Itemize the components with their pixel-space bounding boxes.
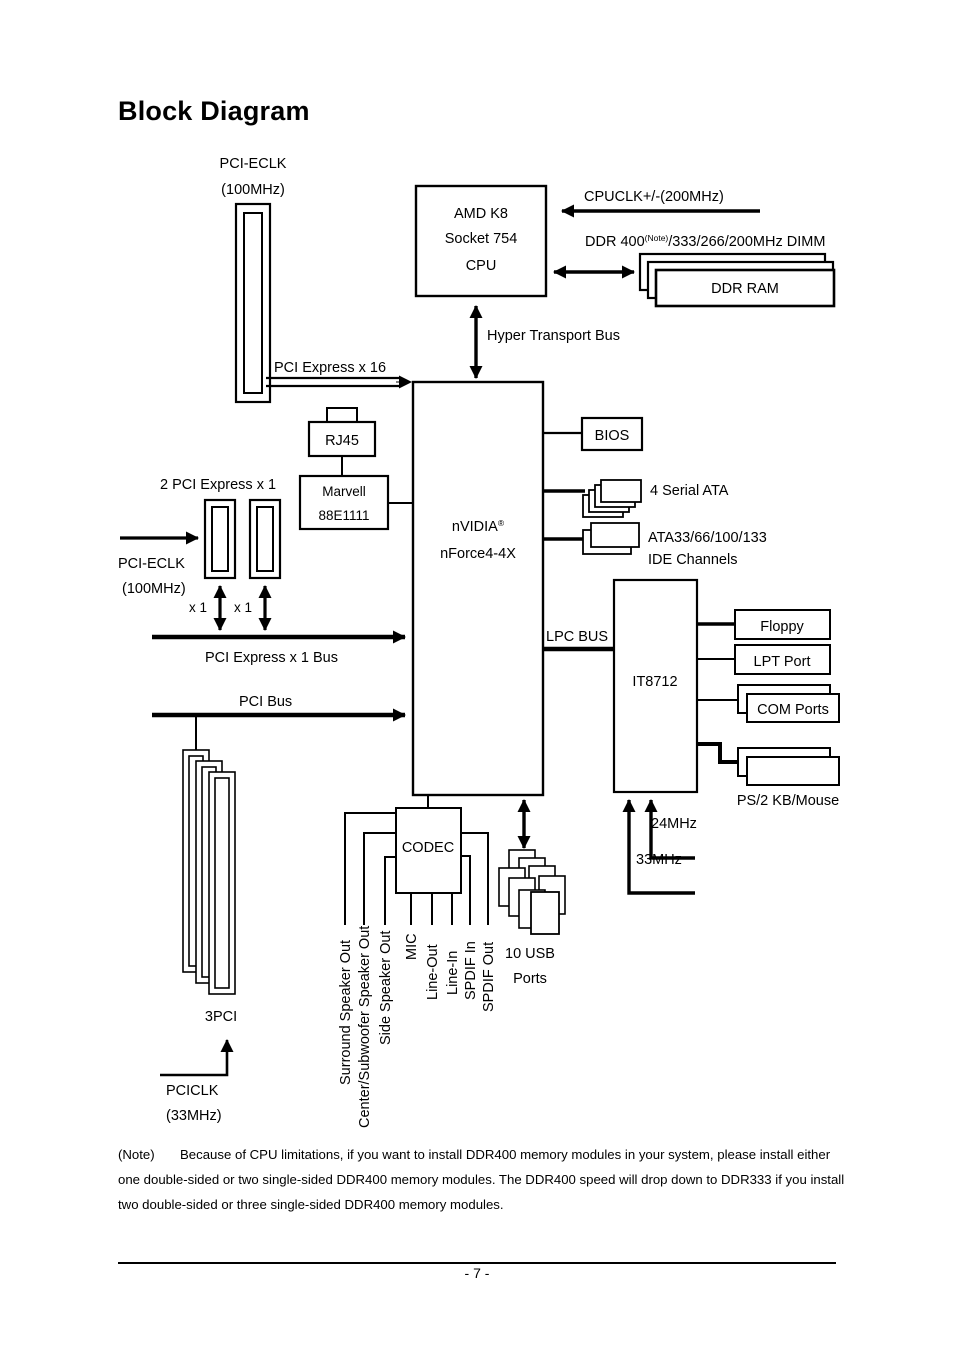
- ddr-ram-stack: DDR RAM: [638, 252, 836, 308]
- pci-eclk-left-connector: PCI-ECLK (100MHz): [118, 531, 199, 597]
- rj45-block: RJ45: [307, 407, 377, 458]
- lpc-bus: LPC BUS: [543, 629, 614, 652]
- ide-line2: IDE Channels: [648, 552, 737, 568]
- rj45-label: RJ45: [325, 433, 359, 449]
- cpu-line2: Socket 754: [445, 231, 518, 247]
- chipset-block: nVIDIA® nForce4-4X: [411, 380, 545, 797]
- chipset-line1: nVIDIA®: [452, 518, 505, 535]
- three-pci-label: 3PCI: [205, 1009, 237, 1025]
- svg-text:PCI-ECLK: PCI-ECLK: [220, 156, 287, 172]
- ddr-label-pre: DDR 400: [585, 234, 645, 250]
- cpu-line1: AMD K8: [454, 206, 508, 222]
- x1-label-a: x 1: [189, 600, 207, 615]
- cpu-block: AMD K8 Socket 754 CPU: [414, 184, 548, 298]
- bios-block: BIOS: [543, 416, 644, 452]
- ddr-label-note: (Note): [645, 233, 669, 243]
- codec-label: CODEC: [402, 840, 454, 856]
- svg-text:PCI-ECLK: PCI-ECLK: [118, 556, 185, 572]
- serial-ata-label: 4 Serial ATA: [650, 483, 729, 499]
- ddr-dimm-label: DDR 400(Note)/333/266/200MHz DIMM: [585, 233, 825, 250]
- audio-label-4: Line-Out: [425, 944, 441, 1000]
- clk-33-label: 33MHz: [636, 852, 682, 868]
- lpt-label: LPT Port: [754, 654, 811, 670]
- pciclk-connector: PCICLK (33MHz): [160, 1039, 234, 1124]
- block-diagram-page: Block Diagram AMD K8 Socket 754 CPU CPUC…: [0, 0, 954, 1352]
- cpuclk-label: CPUCLK+/-(200MHz): [584, 189, 724, 205]
- x1-label-b: x 1: [234, 600, 252, 615]
- ps2-label: PS/2 KB/Mouse: [737, 793, 839, 809]
- svg-text:DDR 400(Note)/333/266/200MHz D: DDR 400(Note)/333/266/200MHz DIMM: [585, 233, 825, 250]
- com-ports-block: COM Ports: [697, 684, 840, 723]
- cpu-line3: CPU: [466, 258, 497, 274]
- clk-24-connector: 24MHz: [644, 799, 697, 860]
- audio-label-7: SPDIF Out: [481, 942, 497, 1012]
- audio-label-0: Surround Speaker Out: [338, 940, 354, 1085]
- bios-label: BIOS: [595, 428, 630, 444]
- lpc-bus-label: LPC BUS: [546, 629, 608, 645]
- svg-text:(33MHz): (33MHz): [166, 1108, 222, 1124]
- pci-bus: PCI Bus: [152, 694, 406, 722]
- ide-line1: ATA33/66/100/133: [648, 530, 767, 546]
- ide-block: ATA33/66/100/133 IDE Channels: [543, 522, 767, 568]
- pci-bus-label: PCI Bus: [239, 694, 292, 710]
- clk-33-connector: 33MHz: [622, 799, 695, 895]
- audio-label-2: Side Speaker Out: [378, 931, 394, 1045]
- hyper-transport-label: Hyper Transport Bus: [487, 328, 620, 344]
- cpuclk-connector: CPUCLK+/-(200MHz): [561, 189, 760, 218]
- pcie-x1-slot-2: [248, 498, 282, 580]
- marvell-line2: 88E1111: [318, 508, 369, 523]
- ddr-ram-label: DDR RAM: [711, 281, 779, 297]
- svg-text:PCICLK: PCICLK: [166, 1083, 219, 1099]
- footnote-tag: (Note): [118, 1147, 155, 1162]
- marvell-block: Marvell 88E1111: [298, 474, 390, 531]
- audio-label-3: MIC: [404, 933, 420, 960]
- two-pcie-x1-label: 2 PCI Express x 1: [160, 477, 276, 493]
- marvell-line1: Marvell: [322, 484, 366, 499]
- pcie-x16-bus: PCI Express x 16: [266, 360, 412, 389]
- clk-24-label: 24MHz: [651, 816, 697, 832]
- pcie-x1-bus-label: PCI Express x 1 Bus: [205, 650, 338, 666]
- footer-rule: [118, 1262, 836, 1264]
- floppy-block: Floppy: [697, 609, 831, 640]
- usb-line1: 10 USB: [505, 946, 555, 962]
- pcie-x1-slot-1: [203, 498, 237, 580]
- floppy-label: Floppy: [760, 619, 804, 635]
- ddr-label-post: /333/266/200MHz DIMM: [668, 234, 825, 250]
- pcie-x16-slot: [234, 202, 272, 404]
- superio-label: IT8712: [632, 674, 677, 690]
- com-ports-label: COM Ports: [757, 702, 829, 718]
- chipset-line2: nForce4-4X: [440, 546, 516, 562]
- audio-label-5: Line-In: [445, 951, 461, 995]
- x1-link-1: x 1: [189, 585, 227, 631]
- lpt-block: LPT Port: [697, 644, 831, 675]
- pcie-x16-label: PCI Express x 16: [274, 360, 386, 376]
- pcie-x1-bus: PCI Express x 1 Bus: [152, 630, 406, 666]
- serial-ata-block: 4 Serial ATA: [543, 479, 729, 518]
- x1-link-2: x 1: [234, 585, 272, 631]
- pci-slot-stack: 3PCI: [182, 749, 237, 1025]
- page-number: - 7 -: [464, 1265, 490, 1281]
- svg-text:(100MHz): (100MHz): [122, 581, 186, 597]
- ps2-block: PS/2 KB/Mouse: [697, 742, 840, 809]
- usb-ports-block: 10 USB Ports: [498, 799, 566, 987]
- audio-port-labels: Surround Speaker Out Center/Subwoofer Sp…: [338, 926, 497, 1128]
- codec-block: CODEC: [395, 795, 462, 894]
- svg-text:(100MHz): (100MHz): [221, 182, 285, 198]
- footnote-text: Because of CPU limitations, if you want …: [118, 1147, 845, 1212]
- audio-label-6: SPDIF In: [463, 941, 479, 1000]
- audio-label-1: Center/Subwoofer Speaker Out: [357, 926, 373, 1128]
- footnote: (Note) Because of CPU limitations, if yo…: [118, 1142, 848, 1217]
- pci-eclk-top-label: PCI-ECLK (100MHz): [220, 156, 287, 198]
- usb-line2: Ports: [513, 971, 547, 987]
- superio-block: IT8712: [612, 578, 699, 794]
- hyper-transport-bus: Hyper Transport Bus: [469, 305, 620, 379]
